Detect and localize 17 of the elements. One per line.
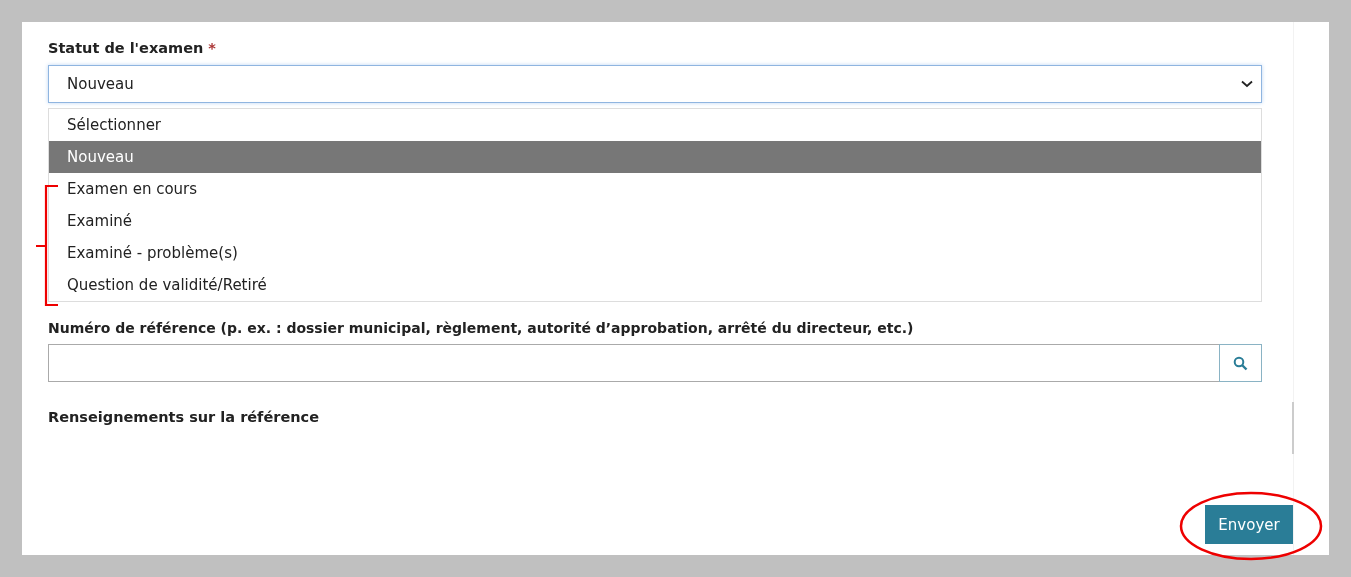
required-mark: * — [208, 40, 216, 56]
dropdown-option[interactable]: Nouveau — [49, 141, 1261, 173]
dropdown-option[interactable]: Sélectionner — [49, 109, 1261, 141]
search-button[interactable] — [1219, 344, 1262, 382]
dropdown-option[interactable]: Examiné — [49, 205, 1261, 237]
dropdown-option[interactable]: Examen en cours — [49, 173, 1261, 205]
chevron-down-icon — [1241, 80, 1253, 88]
dropdown-option[interactable]: Examiné - problème(s) — [49, 237, 1261, 269]
section-heading: Renseignements sur la référence — [48, 409, 320, 425]
send-button[interactable]: Envoyer — [1205, 505, 1293, 544]
reference-input[interactable] — [48, 344, 1219, 382]
dropdown-option[interactable]: Question de validité/Retiré — [49, 269, 1261, 301]
field-label: Numéro de référence (p. ex. : dossier municipal, règlement, autorité d’approbation, arrêté du directeur, etc.) — [48, 320, 914, 336]
status-dropdown[interactable]: Nouveau — [48, 65, 1262, 103]
field-label: Statut de l'examen — [48, 40, 204, 56]
scrollbar[interactable] — [1292, 402, 1294, 454]
search-icon — [1233, 355, 1248, 371]
